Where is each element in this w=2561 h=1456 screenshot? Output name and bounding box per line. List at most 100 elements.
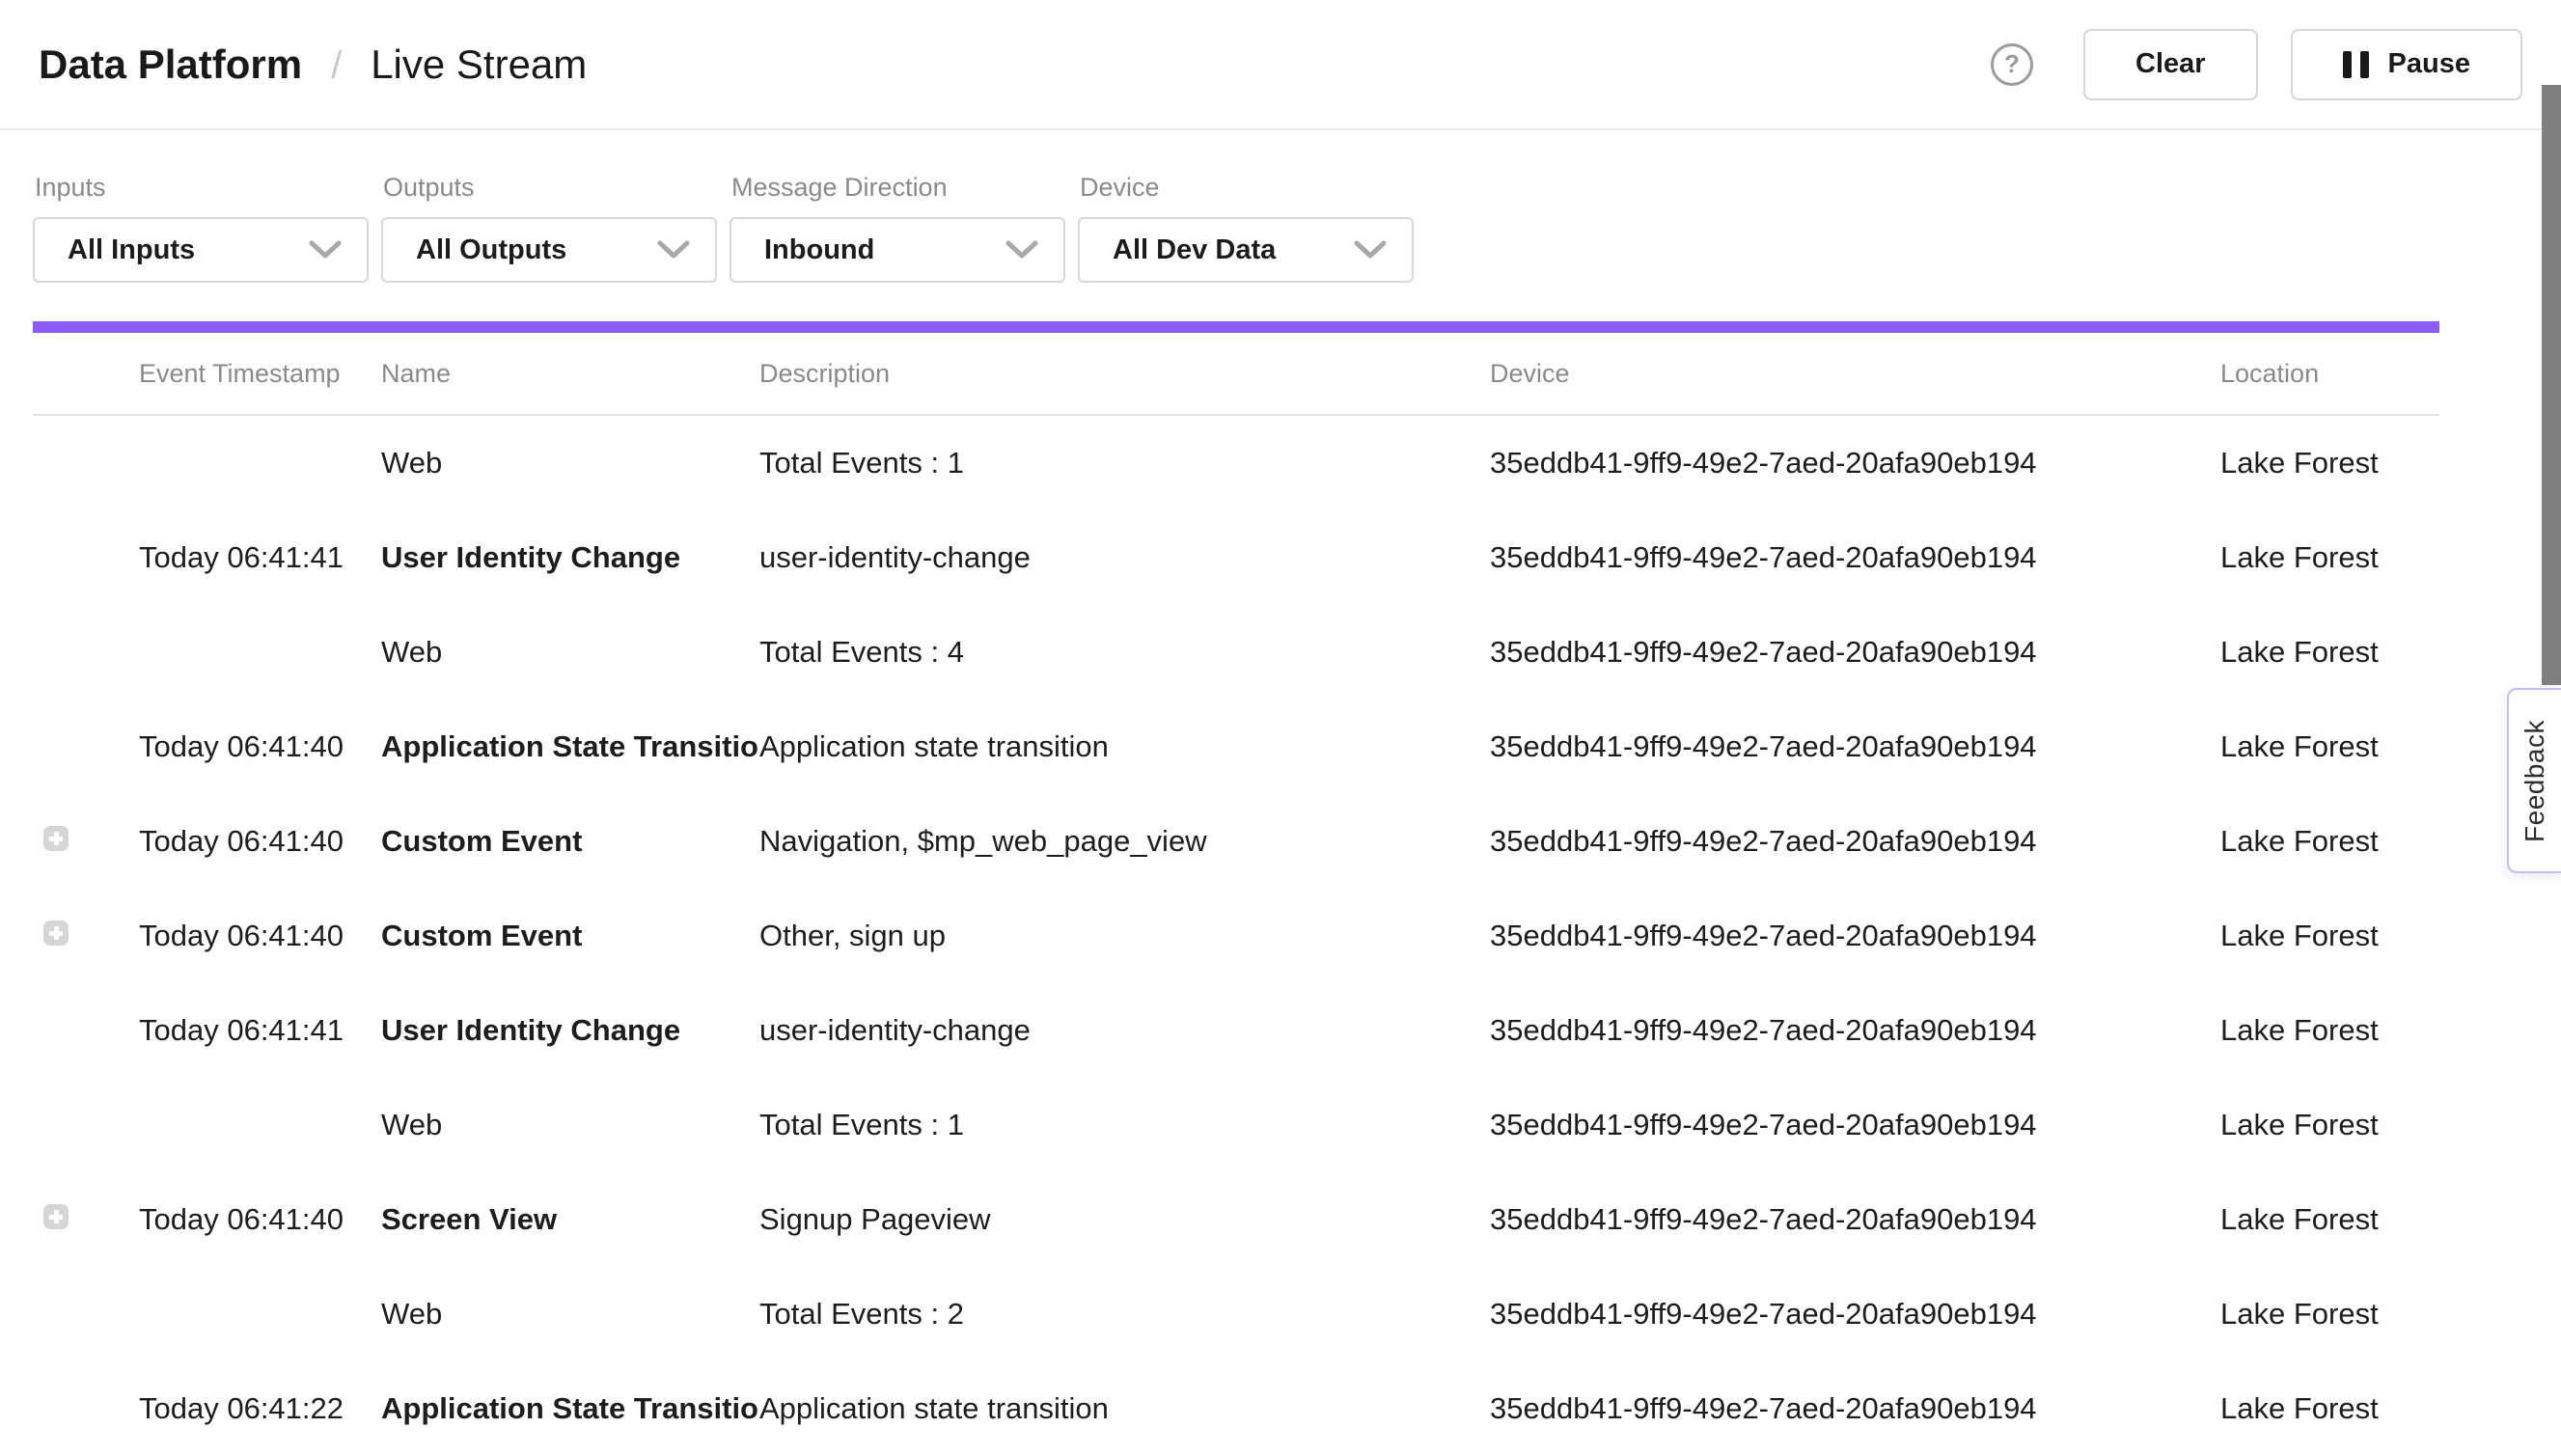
column-header-name: Name bbox=[381, 333, 759, 415]
description-cell: Total Events : 2 bbox=[759, 1267, 1490, 1361]
device-id-cell: 35eddb41-9ff9-49e2-7aed-20afa90eb194 bbox=[1490, 700, 2220, 794]
help-icon[interactable]: ? bbox=[1991, 43, 2033, 86]
device-id-cell: 35eddb41-9ff9-49e2-7aed-20afa90eb194 bbox=[1490, 889, 2220, 983]
table-row[interactable]: WebTotal Events : 135eddb41-9ff9-49e2-7a… bbox=[33, 1078, 2439, 1172]
device-id-cell: 35eddb41-9ff9-49e2-7aed-20afa90eb194 bbox=[1490, 1078, 2220, 1172]
event-timestamp-cell bbox=[139, 1078, 381, 1172]
filter-group-outputs: Outputs All Outputs bbox=[381, 173, 717, 283]
column-header-location: Location bbox=[2220, 333, 2439, 415]
expand-cell bbox=[33, 415, 139, 510]
description-cell: Navigation, $mp_web_page_view bbox=[759, 794, 1490, 889]
expand-cell bbox=[33, 700, 139, 794]
filter-bar: Inputs All Inputs Outputs All Outputs Me… bbox=[0, 130, 2561, 283]
breadcrumb-separator: / bbox=[331, 44, 342, 88]
expand-cell bbox=[33, 1267, 139, 1361]
location-cell: Lake Forest bbox=[2220, 510, 2439, 605]
outputs-label: Outputs bbox=[383, 173, 717, 203]
description-cell: Application state transition bbox=[759, 1361, 1490, 1456]
description-cell: Other, sign up bbox=[759, 889, 1490, 983]
chevron-down-icon bbox=[309, 239, 342, 261]
event-timestamp-cell: Today 06:41:40 bbox=[139, 889, 381, 983]
event-timestamp-cell bbox=[139, 1267, 381, 1361]
table-header-row: Event TimestampNameDescriptionDeviceLoca… bbox=[33, 333, 2439, 415]
event-name-cell: User Identity Change bbox=[381, 983, 759, 1078]
device-label: Device bbox=[1080, 173, 1414, 203]
description-cell: Total Events : 1 bbox=[759, 415, 1490, 510]
header-actions: ? Clear Pause bbox=[1991, 29, 2522, 100]
expand-plus-icon[interactable] bbox=[43, 826, 69, 851]
expand-plus-icon[interactable] bbox=[43, 1204, 69, 1229]
feedback-tab[interactable]: Feedback bbox=[2507, 688, 2561, 873]
event-name-cell: Application State Transition bbox=[381, 700, 759, 794]
table-row[interactable]: Today 06:41:40Screen ViewSignup Pageview… bbox=[33, 1172, 2439, 1267]
page-title: Live Stream bbox=[371, 41, 587, 88]
table-row[interactable]: Today 06:41:41User Identity Changeuser-i… bbox=[33, 510, 2439, 605]
event-timestamp-cell: Today 06:41:40 bbox=[139, 794, 381, 889]
expand-cell bbox=[33, 889, 139, 983]
expand-cell bbox=[33, 510, 139, 605]
location-cell: Lake Forest bbox=[2220, 1267, 2439, 1361]
feedback-tab-label: Feedback bbox=[2520, 720, 2550, 842]
column-header-event-timestamp: Event Timestamp bbox=[139, 333, 381, 415]
expand-cell bbox=[33, 983, 139, 1078]
event-name-cell: Web bbox=[381, 415, 759, 510]
table-row[interactable]: Today 06:41:22Application State Transiti… bbox=[33, 1361, 2439, 1456]
filter-group-message-direction: Message Direction Inbound bbox=[730, 173, 1065, 283]
column-header-expand bbox=[33, 333, 139, 415]
chevron-down-icon bbox=[1005, 239, 1038, 261]
pause-button[interactable]: Pause bbox=[2291, 29, 2522, 100]
outputs-select[interactable]: All Outputs bbox=[381, 217, 717, 283]
table-row[interactable]: Today 06:41:40Application State Transiti… bbox=[33, 700, 2439, 794]
description-cell: Application state transition bbox=[759, 700, 1490, 794]
expand-plus-icon[interactable] bbox=[43, 920, 69, 946]
accent-bar bbox=[33, 321, 2439, 333]
table-row[interactable]: WebTotal Events : 235eddb41-9ff9-49e2-7a… bbox=[33, 1267, 2439, 1361]
clear-button[interactable]: Clear bbox=[2083, 29, 2258, 100]
description-cell: Total Events : 1 bbox=[759, 1078, 1490, 1172]
event-name-cell: User Identity Change bbox=[381, 510, 759, 605]
expand-cell bbox=[33, 1361, 139, 1456]
table-row[interactable]: Today 06:41:41User Identity Changeuser-i… bbox=[33, 983, 2439, 1078]
location-cell: Lake Forest bbox=[2220, 889, 2439, 983]
event-timestamp-cell: Today 06:41:40 bbox=[139, 1172, 381, 1267]
message-direction-selected-value: Inbound bbox=[764, 234, 874, 266]
device-id-cell: 35eddb41-9ff9-49e2-7aed-20afa90eb194 bbox=[1490, 605, 2220, 700]
location-cell: Lake Forest bbox=[2220, 983, 2439, 1078]
pause-icon bbox=[2343, 51, 2369, 78]
event-name-cell: Screen View bbox=[381, 1172, 759, 1267]
device-id-cell: 35eddb41-9ff9-49e2-7aed-20afa90eb194 bbox=[1490, 510, 2220, 605]
message-direction-select[interactable]: Inbound bbox=[730, 217, 1065, 283]
location-cell: Lake Forest bbox=[2220, 605, 2439, 700]
location-cell: Lake Forest bbox=[2220, 1172, 2439, 1267]
location-cell: Lake Forest bbox=[2220, 1078, 2439, 1172]
pause-button-label: Pause bbox=[2388, 48, 2470, 80]
event-timestamp-cell bbox=[139, 605, 381, 700]
table-row[interactable]: WebTotal Events : 135eddb41-9ff9-49e2-7a… bbox=[33, 415, 2439, 510]
device-select[interactable]: All Dev Data bbox=[1078, 217, 1414, 283]
event-timestamp-cell: Today 06:41:40 bbox=[139, 700, 381, 794]
breadcrumb-section[interactable]: Data Platform bbox=[39, 41, 302, 88]
event-timestamp-cell bbox=[139, 415, 381, 510]
expand-cell bbox=[33, 1172, 139, 1267]
device-selected-value: All Dev Data bbox=[1113, 234, 1276, 266]
device-id-cell: 35eddb41-9ff9-49e2-7aed-20afa90eb194 bbox=[1490, 1361, 2220, 1456]
location-cell: Lake Forest bbox=[2220, 1361, 2439, 1456]
device-id-cell: 35eddb41-9ff9-49e2-7aed-20afa90eb194 bbox=[1490, 794, 2220, 889]
location-cell: Lake Forest bbox=[2220, 794, 2439, 889]
inputs-selected-value: All Inputs bbox=[68, 234, 195, 266]
table-row[interactable]: Today 06:41:40Custom EventNavigation, $m… bbox=[33, 794, 2439, 889]
chevron-down-icon bbox=[657, 239, 690, 261]
event-name-cell: Custom Event bbox=[381, 889, 759, 983]
scrollbar-thumb[interactable] bbox=[2542, 85, 2561, 685]
description-cell: user-identity-change bbox=[759, 983, 1490, 1078]
event-timestamp-cell: Today 06:41:41 bbox=[139, 983, 381, 1078]
table-row[interactable]: Today 06:41:40Custom EventOther, sign up… bbox=[33, 889, 2439, 983]
event-name-cell: Web bbox=[381, 1267, 759, 1361]
location-cell: Lake Forest bbox=[2220, 415, 2439, 510]
device-id-cell: 35eddb41-9ff9-49e2-7aed-20afa90eb194 bbox=[1490, 1172, 2220, 1267]
event-name-cell: Custom Event bbox=[381, 794, 759, 889]
table-row[interactable]: WebTotal Events : 435eddb41-9ff9-49e2-7a… bbox=[33, 605, 2439, 700]
inputs-select[interactable]: All Inputs bbox=[33, 217, 369, 283]
filter-group-inputs: Inputs All Inputs bbox=[33, 173, 369, 283]
description-cell: Total Events : 4 bbox=[759, 605, 1490, 700]
